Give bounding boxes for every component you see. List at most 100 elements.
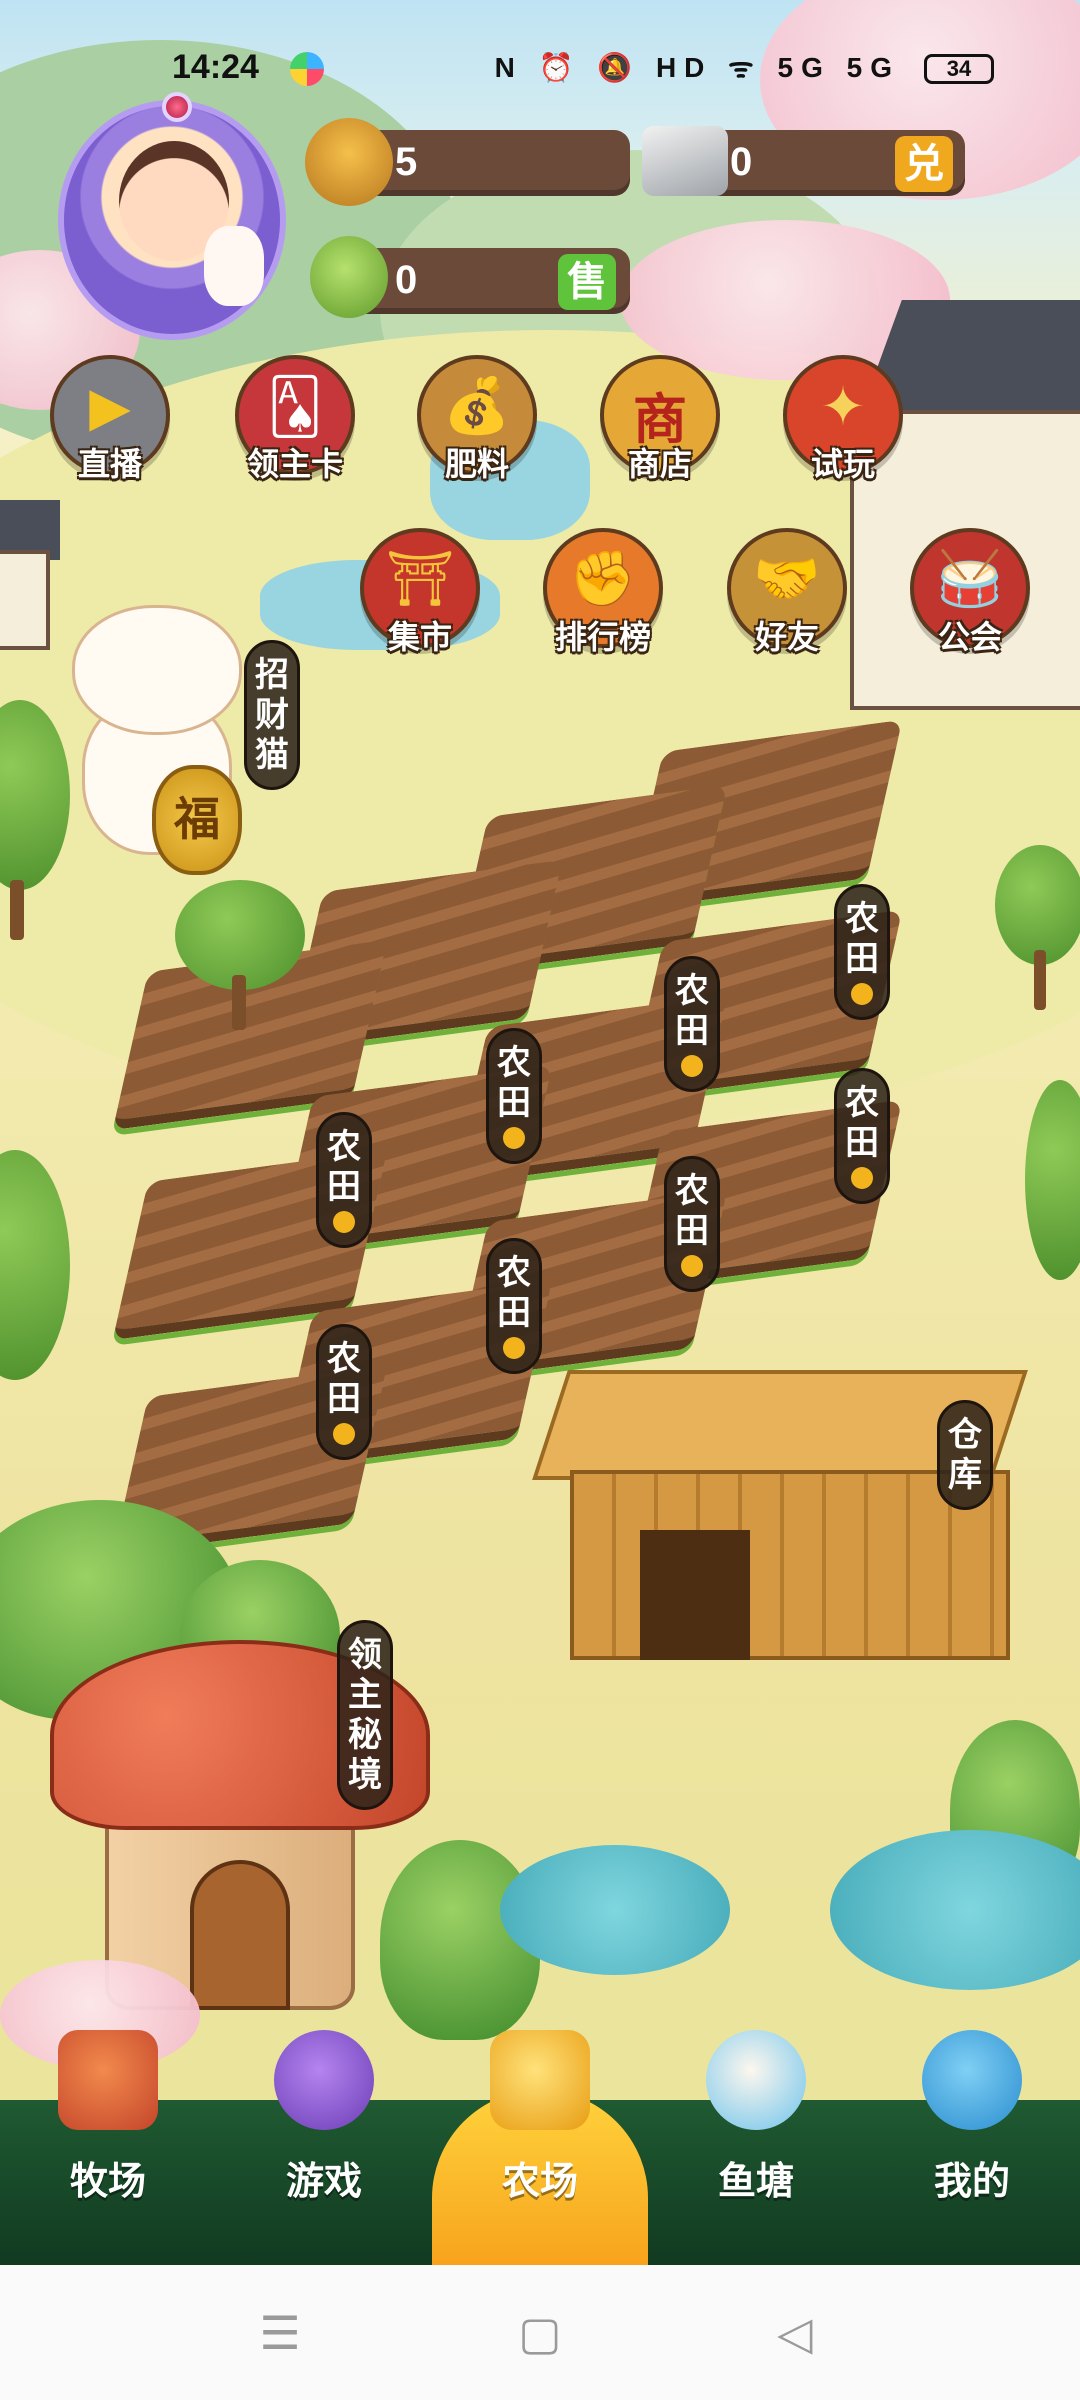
ranch-icon (58, 2030, 158, 2130)
lock-icon (851, 983, 873, 1005)
farmland-text: 农田 (675, 972, 709, 1050)
grain-count: 5 (395, 140, 418, 184)
farmland-label[interactable]: 农田 (486, 1238, 542, 1374)
leaderboard-glyph: ✊ (569, 549, 637, 609)
live-glyph: ▶ (89, 377, 131, 437)
barn-door (640, 1530, 750, 1660)
home-icon[interactable]: ▢ (510, 2303, 570, 2363)
farmland-label[interactable]: 农田 (316, 1112, 372, 1248)
silver-ingot-icon (642, 126, 728, 196)
mushroom-house-door (190, 1860, 290, 2010)
menu-friends[interactable]: 🤝 好友 (722, 528, 852, 658)
farmland-label[interactable]: 农田 (834, 1068, 890, 1204)
menu-lord-card[interactable]: 🂡 领主卡 (230, 355, 360, 485)
lucky-coin-icon: 福 (152, 765, 242, 875)
produce-icon (310, 236, 388, 318)
menu-market[interactable]: ⛩ 集市 (355, 528, 485, 658)
system-nav-bar: ☰ ▢ ◁ (0, 2265, 1080, 2400)
lock-icon (851, 1167, 873, 1189)
farmland-label[interactable]: 农田 (664, 1156, 720, 1292)
nav-label-farm: 农场 (501, 2161, 578, 2203)
profile-icon (922, 2030, 1022, 2130)
fertilizer-glyph: 💰 (443, 376, 511, 436)
pond (500, 1845, 730, 1975)
farmland-label[interactable]: 农田 (486, 1028, 542, 1164)
farm-icon (490, 2030, 590, 2130)
menu-label-leaderboard: 排行榜 (554, 619, 651, 655)
player-avatar[interactable] (58, 92, 286, 340)
lucky-cat[interactable]: 福 (42, 585, 262, 875)
rabbit-icon (204, 226, 264, 306)
farmland-text: 农田 (327, 1128, 361, 1206)
farmland-text: 农田 (327, 1340, 361, 1418)
farmland-label[interactable]: 农田 (664, 956, 720, 1092)
exchange-button[interactable]: 兑 (895, 136, 953, 192)
nav-game[interactable]: 游戏 (216, 2030, 432, 2265)
silver-resource-bar: 0 兑 (700, 130, 965, 196)
menu-icon[interactable]: ☰ (250, 2303, 310, 2363)
menu-leaderboard[interactable]: ✊ 排行榜 (538, 528, 668, 658)
status-bar: 14:24 N ⏰ 🔕 HD ᯤ 5G 5G 34 (0, 40, 1080, 100)
tree (995, 845, 1080, 965)
warehouse-label[interactable]: 仓库 (937, 1400, 993, 1510)
nav-farm[interactable]: 农场 (432, 2030, 648, 2270)
lord-card-glyph: 🂡 (267, 377, 323, 437)
menu-label-lord-card: 领主卡 (246, 446, 343, 482)
tree-trunk (10, 880, 24, 940)
pear-tree[interactable] (175, 880, 305, 990)
battery-icon: 34 (924, 54, 994, 84)
silver-count: 0 (730, 140, 753, 184)
farmland-text: 农田 (845, 900, 879, 978)
market-glyph: ⛩ (385, 549, 455, 609)
back-icon[interactable]: ◁ (765, 2303, 825, 2363)
menu-label-trial: 试玩 (810, 446, 875, 482)
lock-icon (503, 1127, 525, 1149)
sell-button[interactable]: 售 (558, 254, 616, 310)
farmland-text: 农田 (845, 1084, 879, 1162)
menu-label-live: 直播 (77, 446, 142, 482)
lock-icon (333, 1211, 355, 1233)
bottom-nav: 牧场 游戏 农场 鱼塘 我的 (0, 2030, 1080, 2270)
nav-label-profile: 我的 (933, 2161, 1010, 2203)
status-icons: N ⏰ 🔕 HD ᯤ 5G 5G (494, 52, 900, 83)
friends-glyph: 🤝 (753, 549, 821, 609)
lucky-cat-head (72, 605, 242, 735)
farmland-label[interactable]: 农田 (834, 884, 890, 1020)
tree-trunk (1034, 950, 1046, 1010)
lock-icon (681, 1255, 703, 1277)
menu-shop[interactable]: 商 商店 (595, 355, 725, 485)
avatar-gem-icon (162, 92, 192, 122)
pear-tree-trunk (232, 975, 246, 1030)
lord-realm-label[interactable]: 领主秘境 (337, 1620, 393, 1810)
produce-count: 0 (395, 258, 418, 302)
pond (830, 1830, 1080, 1990)
lock-icon (503, 1337, 525, 1359)
nav-label-ranch: 牧场 (69, 2161, 146, 2203)
produce-resource-bar: 0 售 (355, 248, 630, 314)
farmland-text: 农田 (675, 1172, 709, 1250)
lock-icon (681, 1055, 703, 1077)
tree (0, 1150, 70, 1380)
menu-label-guild: 公会 (937, 619, 1002, 655)
nav-fishpond[interactable]: 鱼塘 (648, 2030, 864, 2265)
game-icon (274, 2030, 374, 2130)
nav-label-fishpond: 鱼塘 (717, 2161, 794, 2203)
menu-fertilizer[interactable]: 💰 肥料 (412, 355, 542, 485)
nav-profile[interactable]: 我的 (864, 2030, 1080, 2265)
menu-guild[interactable]: 🥁 公会 (905, 528, 1035, 658)
menu-trial[interactable]: ✦ 试玩 (778, 355, 908, 485)
menu-live[interactable]: ▶ 直播 (45, 355, 175, 485)
trial-glyph: ✦ (820, 377, 866, 437)
farmland-text: 农田 (497, 1254, 531, 1332)
menu-label-shop: 商店 (627, 446, 692, 482)
nav-ranch[interactable]: 牧场 (0, 2030, 216, 2265)
tree (1025, 1080, 1080, 1280)
lucky-cat-label[interactable]: 招财猫 (244, 640, 300, 790)
menu-label-fertilizer: 肥料 (444, 446, 509, 482)
lock-icon (333, 1423, 355, 1445)
guild-glyph: 🥁 (936, 549, 1004, 609)
status-time: 14:24 (172, 48, 259, 86)
farmland-label[interactable]: 农田 (316, 1324, 372, 1460)
menu-label-market: 集市 (387, 619, 452, 655)
menu-label-friends: 好友 (754, 619, 819, 655)
